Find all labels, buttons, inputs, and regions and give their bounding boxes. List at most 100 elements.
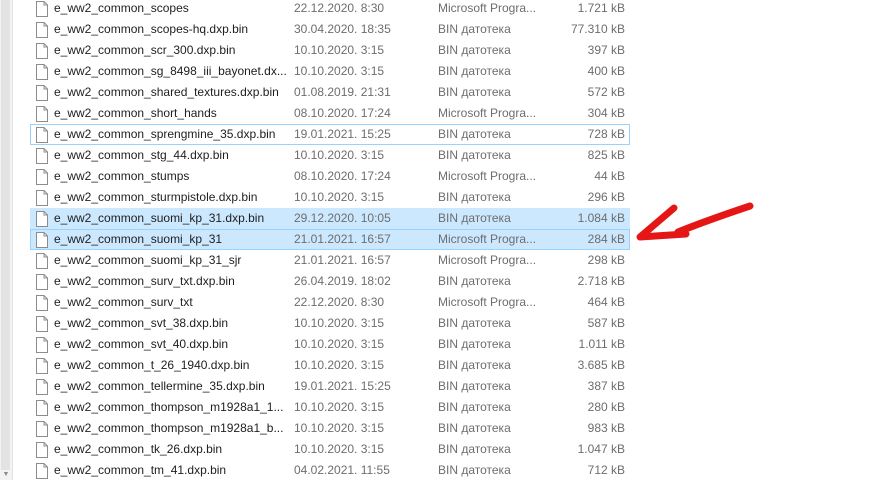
file-name: e_ww2_common_tm_41.dxp.bin <box>54 463 227 477</box>
file-name: e_ww2_common_shared_textures.dxp.bin <box>54 85 279 99</box>
file-icon <box>36 295 48 311</box>
file-type: BIN датотека <box>438 127 511 141</box>
file-date-modified: 08.10.2020. 17:24 <box>294 106 391 120</box>
file-icon <box>36 253 48 269</box>
file-row[interactable]: e_ww2_common_sturmpistole.dxp.bin 10.10.2… <box>30 187 630 208</box>
file-icon <box>36 190 48 206</box>
file-size: 397 kB <box>587 43 625 57</box>
file-name: e_ww2_common_tellermine_35.dxp.bin <box>54 379 265 393</box>
file-row[interactable]: e_ww2_common_suomi_kp_31_sjr 21.01.2021. … <box>30 250 630 271</box>
file-row[interactable]: e_ww2_common_suomi_kp_31 21.01.2021. 16:5… <box>30 229 630 250</box>
file-size: 44 kB <box>594 169 625 183</box>
navigation-scrollbar[interactable] <box>1 0 10 470</box>
file-date-modified: 22.12.2020. 8:30 <box>294 1 385 15</box>
file-name: e_ww2_common_scopes-hq.dxp.bin <box>54 22 249 36</box>
file-date-modified: 22.12.2020. 8:30 <box>294 295 385 309</box>
file-type: BIN датотека <box>438 400 511 414</box>
file-size: 1.721 kB <box>577 1 625 15</box>
file-icon <box>36 337 48 353</box>
file-date-modified: 10.10.2020. 3:15 <box>294 148 385 162</box>
file-icon <box>36 211 48 227</box>
file-explorer-view: ▼ e_ww2_common_scopes 22.12.2020. 8:30 Mic… <box>0 0 892 480</box>
file-date-modified: 10.10.2020. 3:15 <box>294 421 385 435</box>
file-size: 825 kB <box>587 148 625 162</box>
file-name: e_ww2_common_svt_40.dxp.bin <box>54 337 229 351</box>
file-name: e_ww2_common_surv_txt.dxp.bin <box>54 274 235 288</box>
file-type: BIN датотека <box>438 22 511 36</box>
file-name: e_ww2_common_short_hands <box>54 106 217 120</box>
file-icon <box>36 463 48 479</box>
file-type: Microsoft Progra... <box>438 1 537 15</box>
file-icon <box>36 421 48 437</box>
file-type: BIN датотека <box>438 190 511 204</box>
file-row[interactable]: e_ww2_common_stg_44.dxp.bin 10.10.2020. 3… <box>30 145 630 166</box>
file-row[interactable]: e_ww2_common_scr_300.dxp.bin 10.10.2020. … <box>30 40 630 61</box>
file-size: 983 kB <box>587 421 625 435</box>
file-name: e_ww2_common_thompson_m1928a1_1... <box>54 400 284 414</box>
file-date-modified: 10.10.2020. 3:15 <box>294 358 385 372</box>
file-size: 77.310 kB <box>570 22 625 36</box>
file-icon <box>36 316 48 332</box>
file-date-modified: 29.12.2020. 10:05 <box>294 211 391 225</box>
file-date-modified: 19.01.2021. 15:25 <box>294 127 391 141</box>
file-type: BIN датотека <box>438 379 511 393</box>
file-row[interactable]: e_ww2_common_sprengmine_35.dxp.bin 19.01.… <box>30 124 630 145</box>
file-name: e_ww2_common_scr_300.dxp.bin <box>54 43 236 57</box>
file-name: e_ww2_common_svt_38.dxp.bin <box>54 316 229 330</box>
file-icon <box>36 442 48 458</box>
file-row[interactable]: e_ww2_common_surv_txt 22.12.2020. 8:30 Mic… <box>30 292 630 313</box>
file-row[interactable]: e_ww2_common_svt_40.dxp.bin 10.10.2020. 3… <box>30 334 630 355</box>
file-size: 400 kB <box>587 64 625 78</box>
file-row[interactable]: e_ww2_common_tm_41.dxp.bin 04.02.2021. 11… <box>30 460 630 480</box>
file-type: BIN датотека <box>438 274 511 288</box>
file-icon <box>36 43 48 59</box>
file-type: BIN датотека <box>438 85 511 99</box>
file-name: e_ww2_common_stg_44.dxp.bin <box>54 148 229 162</box>
file-row[interactable]: e_ww2_common_surv_txt.dxp.bin 26.04.2019.… <box>30 271 630 292</box>
file-icon <box>36 22 48 38</box>
file-date-modified: 21.01.2021. 16:57 <box>294 253 391 267</box>
file-row[interactable]: e_ww2_common_stumps 08.10.2020. 17:24 Micr… <box>30 166 630 187</box>
file-type: BIN датотека <box>438 442 511 456</box>
file-size: 280 kB <box>587 400 625 414</box>
file-icon <box>36 169 48 185</box>
file-date-modified: 26.04.2019. 18:02 <box>294 274 391 288</box>
file-type: BIN датотека <box>438 421 511 435</box>
file-row[interactable]: e_ww2_common_svt_38.dxp.bin 10.10.2020. 3… <box>30 313 630 334</box>
scroll-down-arrow-icon[interactable]: ▼ <box>0 470 12 480</box>
file-date-modified: 21.01.2021. 16:57 <box>294 232 391 246</box>
file-row[interactable]: e_ww2_common_scopes 22.12.2020. 8:30 Micro… <box>30 0 630 19</box>
file-name: e_ww2_common_suomi_kp_31 <box>54 232 223 246</box>
file-row[interactable]: e_ww2_common_thompson_m1928a1_1... 10.10.… <box>30 397 630 418</box>
file-row[interactable]: e_ww2_common_short_hands 08.10.2020. 17:2… <box>30 103 630 124</box>
file-type: BIN датотека <box>438 358 511 372</box>
file-type: Microsoft Progra... <box>438 232 537 246</box>
file-row[interactable]: e_ww2_common_sg_8498_iii_bayonet.dx... 10… <box>30 61 630 82</box>
file-date-modified: 30.04.2020. 18:35 <box>294 22 391 36</box>
file-row[interactable]: e_ww2_common_tellermine_35.dxp.bin 19.01.… <box>30 376 630 397</box>
file-type: BIN датотека <box>438 211 511 225</box>
file-type: BIN датотека <box>438 316 511 330</box>
file-row[interactable]: e_ww2_common_shared_textures.dxp.bin 01.0… <box>30 82 630 103</box>
file-row[interactable]: e_ww2_common_scopes-hq.dxp.bin 30.04.2020… <box>30 19 630 40</box>
file-size: 296 kB <box>587 190 625 204</box>
file-date-modified: 04.02.2021. 11:55 <box>294 463 390 477</box>
file-size: 284 kB <box>587 232 625 246</box>
file-row[interactable]: e_ww2_common_thompson_m1928a1_b... 10.10.… <box>30 418 630 439</box>
file-size: 572 kB <box>587 85 625 99</box>
file-type: BIN датотека <box>438 463 511 477</box>
file-size: 728 kB <box>587 127 625 141</box>
file-row[interactable]: e_ww2_common_suomi_kp_31.dxp.bin 29.12.20… <box>30 208 630 229</box>
file-type: BIN датотека <box>438 148 511 162</box>
file-name: e_ww2_common_scopes <box>54 1 189 15</box>
file-name: e_ww2_common_sg_8498_iii_bayonet.dx... <box>54 64 286 78</box>
file-size: 1.084 kB <box>577 211 625 225</box>
file-type: BIN датотека <box>438 337 511 351</box>
file-icon <box>36 358 48 374</box>
file-icon <box>36 232 48 248</box>
file-date-modified: 10.10.2020. 3:15 <box>294 43 385 57</box>
file-row[interactable]: e_ww2_common_tk_26.dxp.bin 10.10.2020. 3:… <box>30 439 630 460</box>
file-row[interactable]: e_ww2_common_t_26_1940.dxp.bin 10.10.2020… <box>30 355 630 376</box>
file-icon <box>36 85 48 101</box>
red-arrow-annotation <box>636 202 754 241</box>
